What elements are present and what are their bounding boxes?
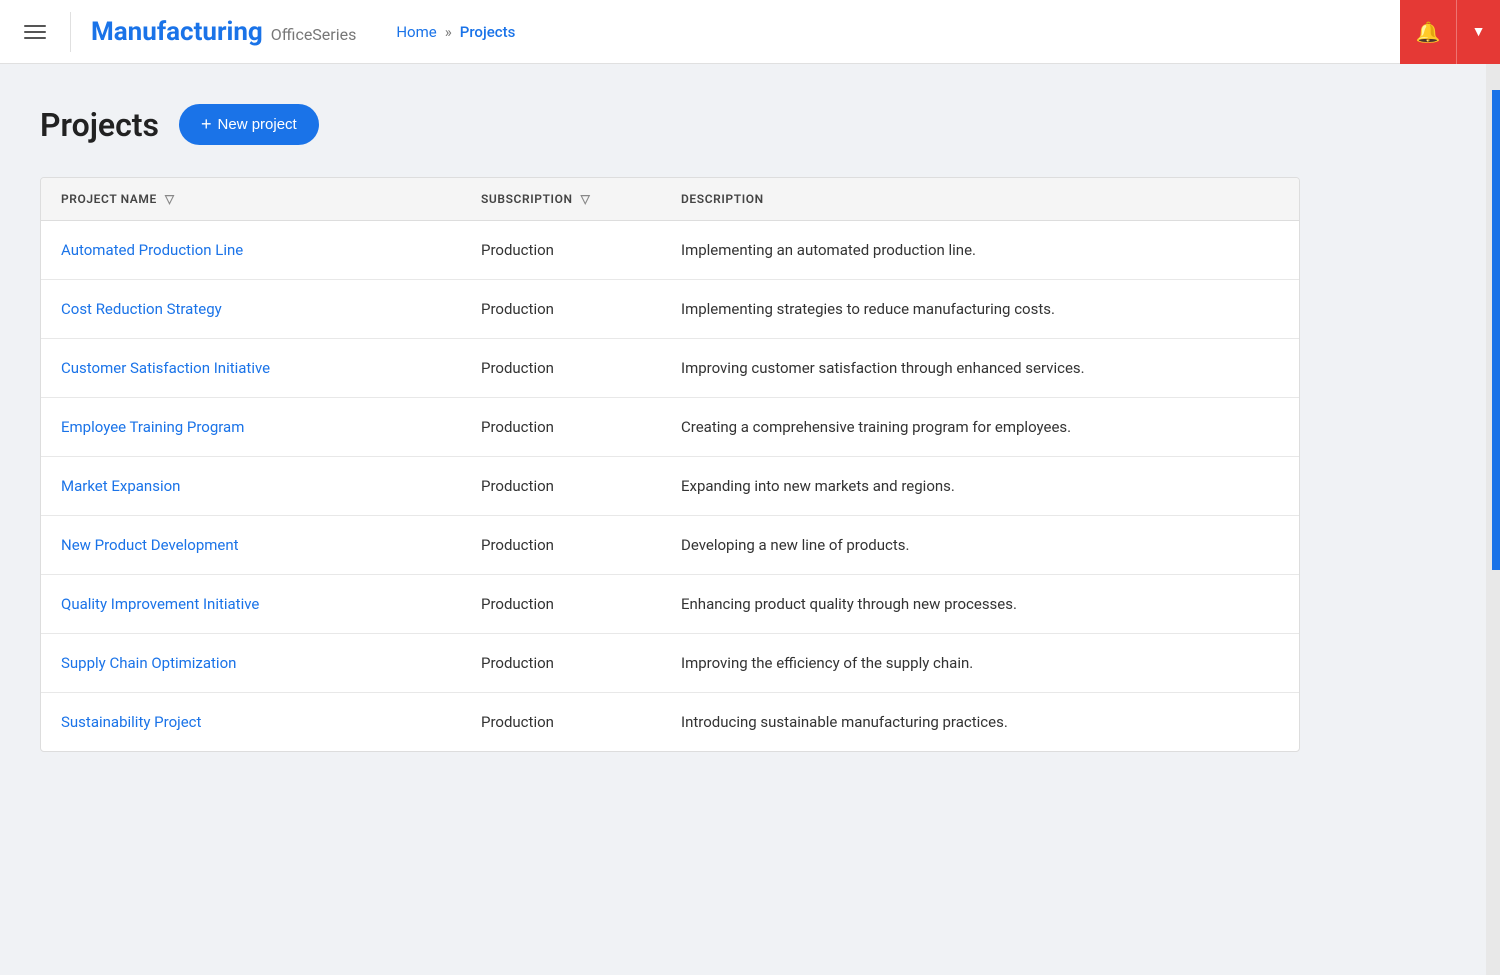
description-cell: Improving the efficiency of the supply c… bbox=[661, 634, 1299, 693]
description-cell: Improving customer satisfaction through … bbox=[661, 339, 1299, 398]
bell-icon: 🔔 bbox=[1416, 20, 1441, 44]
app-header: Manufacturing OfficeSeries Home » Projec… bbox=[0, 0, 1500, 64]
project-name-cell: Market Expansion bbox=[41, 457, 461, 516]
project-name-link[interactable]: Quality Improvement Initiative bbox=[61, 595, 259, 613]
plus-icon: + bbox=[201, 114, 212, 135]
page-title: Projects bbox=[40, 106, 159, 144]
description-cell: Creating a comprehensive training progra… bbox=[661, 398, 1299, 457]
table-row: Supply Chain Optimization ProductionImpro… bbox=[41, 634, 1299, 693]
project-name-cell: Supply Chain Optimization bbox=[41, 634, 461, 693]
scrollbar-thumb[interactable] bbox=[1492, 90, 1500, 570]
subscription-cell: Production bbox=[461, 693, 661, 752]
subscription-cell: Production bbox=[461, 457, 661, 516]
project-name-link[interactable]: New Product Development bbox=[61, 536, 239, 554]
project-name-cell: Customer Satisfaction Initiative bbox=[41, 339, 461, 398]
table-row: Quality Improvement Initiative Production… bbox=[41, 575, 1299, 634]
project-name-link[interactable]: Market Expansion bbox=[61, 477, 180, 495]
project-name-link[interactable]: Customer Satisfaction Initiative bbox=[61, 359, 270, 377]
column-label-subscription: SUBSCRIPTION bbox=[481, 192, 573, 206]
project-name-link[interactable]: Automated Production Line bbox=[61, 241, 243, 259]
column-header-description: DESCRIPTION bbox=[661, 178, 1299, 221]
table-row: Automated Production Line ProductionImple… bbox=[41, 221, 1299, 280]
user-dropdown-button[interactable]: ▼ bbox=[1456, 0, 1500, 64]
nav-current-page: Projects bbox=[460, 23, 516, 41]
column-label-description: DESCRIPTION bbox=[681, 192, 764, 206]
new-project-label: New project bbox=[218, 116, 297, 133]
description-cell: Expanding into new markets and regions. bbox=[661, 457, 1299, 516]
page-header: Projects + New project bbox=[40, 104, 1460, 145]
filter-icon-subscription[interactable]: ▽ bbox=[581, 192, 591, 206]
scrollbar-track[interactable] bbox=[1486, 0, 1500, 975]
description-cell: Enhancing product quality through new pr… bbox=[661, 575, 1299, 634]
table-row: Sustainability Project ProductionIntroduc… bbox=[41, 693, 1299, 752]
breadcrumb: Home » Projects bbox=[396, 23, 515, 41]
table-row: New Product Development ProductionDevelop… bbox=[41, 516, 1299, 575]
column-header-project-name: PROJECT NAME ▽ bbox=[41, 178, 461, 221]
menu-icon[interactable] bbox=[16, 17, 54, 47]
projects-table-container: PROJECT NAME ▽ SUBSCRIPTION ▽ DESCRIPTIO… bbox=[40, 177, 1300, 752]
description-cell: Developing a new line of products. bbox=[661, 516, 1299, 575]
notification-bell-button[interactable]: 🔔 bbox=[1400, 0, 1456, 64]
new-project-button[interactable]: + New project bbox=[179, 104, 319, 145]
brand-sub: OfficeSeries bbox=[271, 25, 357, 44]
nav-home-link[interactable]: Home bbox=[396, 23, 436, 41]
project-name-link[interactable]: Sustainability Project bbox=[61, 713, 201, 731]
project-name-cell: Employee Training Program bbox=[41, 398, 461, 457]
description-cell: Implementing strategies to reduce manufa… bbox=[661, 280, 1299, 339]
chevron-down-icon: ▼ bbox=[1472, 23, 1486, 40]
subscription-cell: Production bbox=[461, 221, 661, 280]
project-name-cell: New Product Development bbox=[41, 516, 461, 575]
header-divider bbox=[70, 12, 71, 52]
brand: Manufacturing OfficeSeries bbox=[91, 17, 356, 47]
project-name-cell: Quality Improvement Initiative bbox=[41, 575, 461, 634]
column-label-project-name: PROJECT NAME bbox=[61, 192, 157, 206]
project-name-cell: Automated Production Line bbox=[41, 221, 461, 280]
subscription-cell: Production bbox=[461, 398, 661, 457]
project-name-link[interactable]: Cost Reduction Strategy bbox=[61, 300, 222, 318]
main-content: Projects + New project PROJECT NAME ▽ bbox=[0, 64, 1500, 792]
filter-icon-project[interactable]: ▽ bbox=[165, 192, 175, 206]
table-row: Customer Satisfaction Initiative Producti… bbox=[41, 339, 1299, 398]
subscription-cell: Production bbox=[461, 575, 661, 634]
column-header-subscription: SUBSCRIPTION ▽ bbox=[461, 178, 661, 221]
description-cell: Implementing an automated production lin… bbox=[661, 221, 1299, 280]
projects-table: PROJECT NAME ▽ SUBSCRIPTION ▽ DESCRIPTIO… bbox=[41, 178, 1299, 751]
project-name-cell: Sustainability Project bbox=[41, 693, 461, 752]
table-row: Employee Training Program ProductionCreat… bbox=[41, 398, 1299, 457]
nav-separator: » bbox=[445, 23, 452, 41]
project-name-cell: Cost Reduction Strategy bbox=[41, 280, 461, 339]
subscription-cell: Production bbox=[461, 280, 661, 339]
table-row: Market Expansion ProductionExpanding into… bbox=[41, 457, 1299, 516]
table-row: Cost Reduction Strategy ProductionImpleme… bbox=[41, 280, 1299, 339]
header-actions: 🔔 ▼ bbox=[1400, 0, 1500, 64]
project-name-link[interactable]: Employee Training Program bbox=[61, 418, 244, 436]
subscription-cell: Production bbox=[461, 516, 661, 575]
table-body: Automated Production LineProductionImple… bbox=[41, 221, 1299, 752]
description-cell: Introducing sustainable manufacturing pr… bbox=[661, 693, 1299, 752]
brand-name: Manufacturing bbox=[91, 17, 263, 47]
project-name-link[interactable]: Supply Chain Optimization bbox=[61, 654, 236, 672]
subscription-cell: Production bbox=[461, 339, 661, 398]
subscription-cell: Production bbox=[461, 634, 661, 693]
table-header: PROJECT NAME ▽ SUBSCRIPTION ▽ DESCRIPTIO… bbox=[41, 178, 1299, 221]
